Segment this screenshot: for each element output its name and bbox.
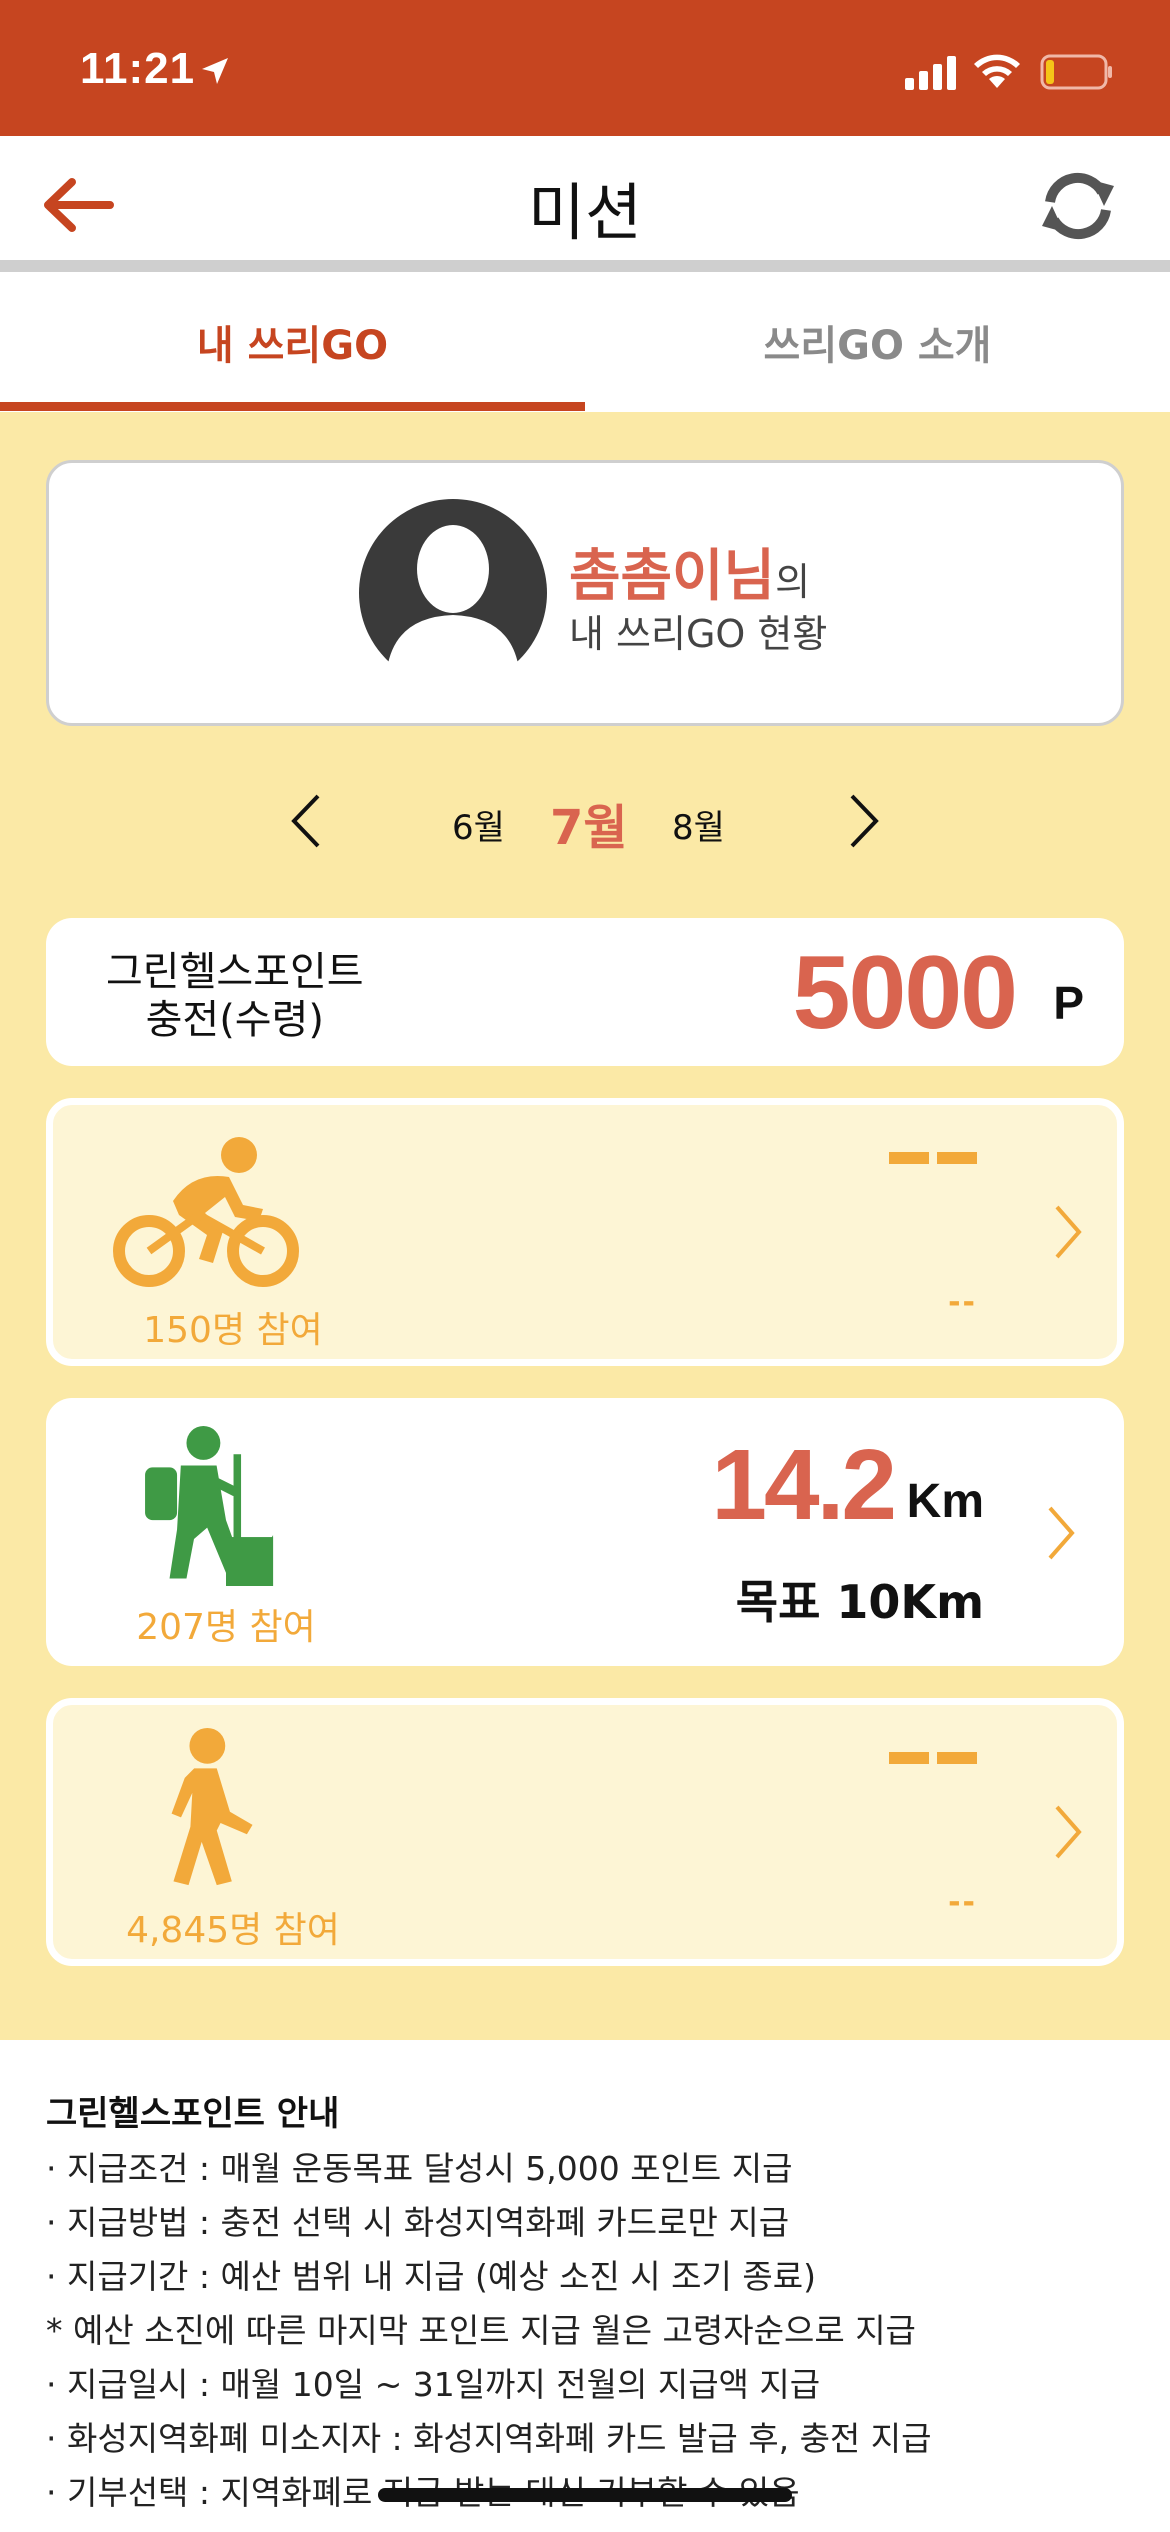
points-title-line2: 충전(수령) bbox=[145, 997, 325, 1043]
participants-count: 150명 참여 bbox=[143, 1310, 323, 1351]
distance-unit: Km bbox=[906, 1475, 984, 1528]
activity-sub-value: -- bbox=[948, 1285, 977, 1320]
home-indicator[interactable] bbox=[378, 2488, 792, 2502]
activity-sub-value: -- bbox=[948, 1885, 977, 1920]
user-name-suffix: 의 bbox=[775, 560, 811, 604]
month-next[interactable]: 8월 bbox=[672, 800, 725, 849]
tab-threego-intro[interactable]: 쓰리GO 소개 bbox=[585, 272, 1170, 412]
tab-bar: 내 쓰리GO 쓰리GO 소개 bbox=[0, 272, 1170, 412]
hiking-icon bbox=[145, 1426, 274, 1586]
location-arrow-icon bbox=[202, 58, 228, 84]
status-bar: 11:21 bbox=[0, 0, 1170, 136]
points-info-section: 그린헬스포인트 안내 · 지급조건 : 매월 운동목표 달성시 5,000 포인… bbox=[0, 2040, 1170, 2532]
activity-card-bicycle[interactable]: 150명 참여 -- bbox=[46, 1098, 1124, 1366]
info-item: · 화성지역화폐 미소지자 : 화성지역화폐 카드 발급 후, 충전 지급 bbox=[46, 2419, 932, 2458]
active-tab-indicator bbox=[0, 402, 585, 411]
info-item: * 예산 소진에 따른 마지막 포인트 지급 월은 고령자순으로 지급 bbox=[46, 2311, 916, 2350]
info-item: · 지급조건 : 매월 운동목표 달성시 5,000 포인트 지급 bbox=[46, 2149, 793, 2188]
activity-card-hiking[interactable]: 207명 참여 14.2 Km 목표 10Km bbox=[46, 1398, 1124, 1666]
points-unit: P bbox=[1053, 977, 1084, 1029]
battery-icon bbox=[1040, 54, 1112, 90]
cellular-signal-icon bbox=[905, 56, 956, 90]
info-title: 그린헬스포인트 안내 bbox=[46, 2094, 340, 2134]
previous-month-chevron-icon[interactable] bbox=[280, 786, 330, 856]
distance-value: 14.2 bbox=[711, 1429, 897, 1541]
points-card[interactable]: 그린헬스포인트 충전(수령) 5000 P bbox=[46, 918, 1124, 1066]
info-item: · 지급일시 : 매월 10일 ~ 31일까지 전월의 지급액 지급 bbox=[46, 2365, 821, 2404]
participants-count: 207명 참여 bbox=[136, 1607, 316, 1648]
chevron-right-icon bbox=[1055, 1805, 1082, 1859]
info-item: · 지급방법 : 충전 선택 시 화성지역화폐 카드로만 지급 bbox=[46, 2203, 790, 2242]
month-current: 7월 bbox=[550, 800, 628, 856]
profile-subtitle: 내 쓰리GO 현황 bbox=[569, 612, 828, 656]
header-divider bbox=[0, 260, 1170, 272]
chevron-right-icon bbox=[1055, 1205, 1082, 1259]
user-name-line: 촘촘이님의 bbox=[569, 531, 810, 612]
points-value: 5000 bbox=[792, 935, 1018, 1051]
points-title-line1: 그린헬스포인트 bbox=[106, 949, 364, 995]
activity-value-placeholder bbox=[881, 1749, 977, 1764]
avatar-icon bbox=[359, 499, 547, 687]
points-title: 그린헬스포인트 충전(수령) bbox=[106, 948, 364, 1044]
profile-card: 촘촘이님의 내 쓰리GO 현황 bbox=[46, 460, 1124, 726]
next-month-chevron-icon[interactable] bbox=[840, 786, 890, 856]
user-name: 촘촘이님 bbox=[569, 544, 776, 609]
tab-my-threego[interactable]: 내 쓰리GO bbox=[0, 272, 585, 412]
info-item: · 지급기간 : 예산 범위 내 지급 (예상 소진 시 조기 종료) bbox=[46, 2257, 816, 2296]
status-time: 11:21 bbox=[80, 44, 196, 93]
wifi-icon bbox=[974, 54, 1020, 88]
distance-goal: 목표 10Km bbox=[735, 1575, 984, 1629]
walking-icon bbox=[171, 1727, 253, 1886]
month-previous[interactable]: 6월 bbox=[452, 800, 505, 849]
bicycle-icon bbox=[113, 1137, 299, 1287]
activity-value-placeholder bbox=[881, 1149, 977, 1164]
activity-card-walking[interactable]: 4,845명 참여 -- bbox=[46, 1698, 1124, 1966]
participants-count: 4,845명 참여 bbox=[126, 1910, 340, 1951]
refresh-icon[interactable] bbox=[1030, 166, 1126, 246]
chevron-right-icon bbox=[1048, 1506, 1075, 1560]
page-title: 미션 bbox=[527, 176, 643, 249]
